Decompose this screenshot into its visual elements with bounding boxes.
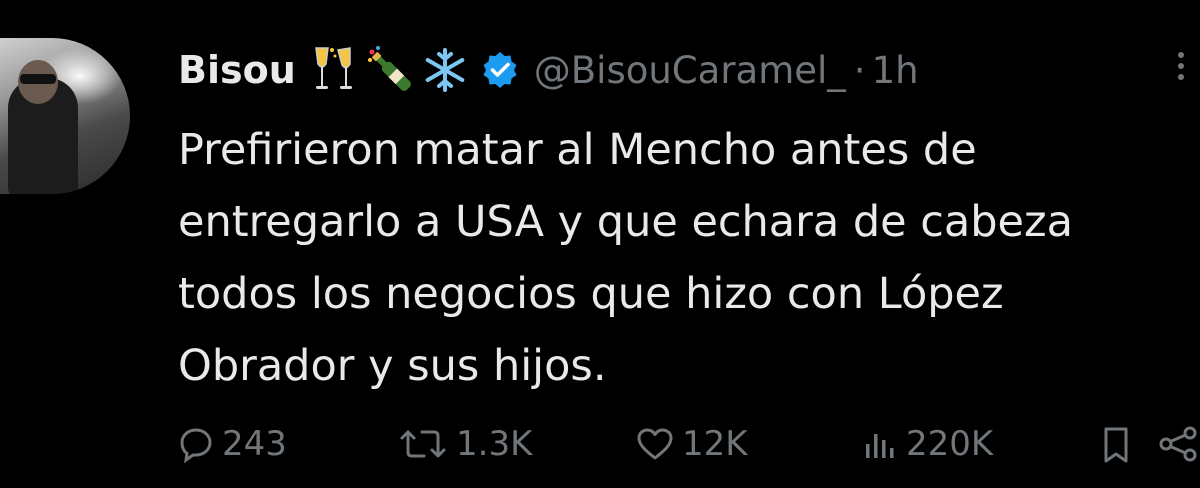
snowflake-icon [425, 48, 465, 92]
repost-button[interactable]: 1.3K [396, 424, 532, 464]
repost-icon [400, 430, 446, 458]
tweet-header: Bisou @BisouCaramel_ · 1h [178, 40, 919, 100]
author-handle[interactable]: @BisouCaramel_ [534, 49, 846, 92]
tweet-text-line: todos los negocios que hizo con López [178, 269, 1004, 319]
tweet-timestamp[interactable]: 1h [872, 49, 919, 92]
bookmark-button[interactable] [1098, 424, 1140, 466]
tweet-actions: 243 1.3K 12K 220K [0, 424, 1200, 470]
tweet-text-line: entregarlo a USA y que echara de cabeza [178, 197, 1073, 247]
bookmark-icon [1104, 427, 1128, 463]
tweet-text-line: Obrador y sus hijos. [178, 341, 607, 391]
verified-badge-icon[interactable] [480, 50, 520, 90]
views-chart-icon [866, 434, 894, 458]
avatar-sunglasses [20, 74, 56, 84]
name-emojis [310, 44, 468, 96]
avatar[interactable] [0, 38, 130, 194]
heart-icon [637, 428, 673, 460]
champagne-bottle-icon [367, 46, 411, 91]
tweet-body: Prefirieron matar al Mencho antes de ent… [178, 114, 1178, 402]
tweet-text-line: Prefirieron matar al Mencho antes de [178, 125, 977, 175]
champagne-glasses-icon [314, 47, 352, 89]
reply-icon [180, 428, 212, 464]
views-count: 220K [906, 424, 994, 464]
separator-dot: · [853, 48, 866, 92]
like-button[interactable]: 12K [634, 424, 748, 464]
share-button[interactable] [1156, 424, 1200, 464]
views-button[interactable]: 220K [860, 424, 993, 464]
like-count: 12K [682, 424, 748, 464]
more-options-icon[interactable] [1178, 52, 1184, 80]
repost-count: 1.3K [456, 424, 533, 464]
reply-count: 243 [222, 424, 287, 464]
reply-button[interactable]: 243 [176, 424, 287, 464]
author-name[interactable]: Bisou [178, 48, 296, 92]
share-icon [1159, 426, 1197, 462]
